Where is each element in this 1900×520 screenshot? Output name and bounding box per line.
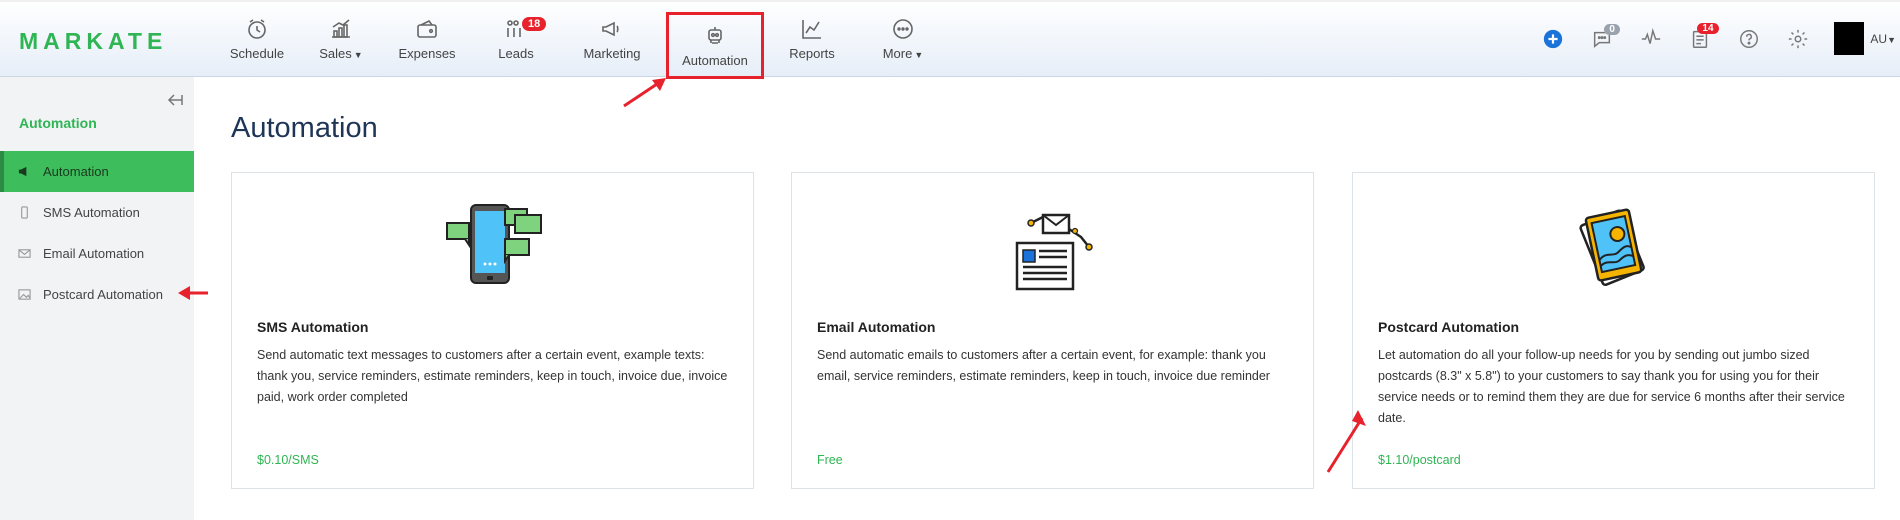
sidebar-item-label: Email Automation — [43, 246, 145, 261]
card-title: SMS Automation — [257, 319, 369, 335]
envelope-icon — [17, 247, 31, 261]
app-window: MARKATE Schedule Sales ▼ Expenses 18 Lea… — [0, 0, 1900, 520]
nav-leads[interactable]: 18 Leads — [466, 0, 566, 77]
nav-reports[interactable]: Reports — [764, 0, 860, 77]
nav-label: More ▼ — [882, 46, 924, 61]
sidebar-list: Automation SMS Automation Email Automati… — [0, 151, 194, 315]
card-description: Send automatic text messages to customer… — [257, 348, 728, 404]
sidebar: Automation Automation SMS Automation Ema… — [0, 77, 194, 520]
card-description: Let automation do all your follow-up nee… — [1378, 348, 1845, 425]
smartphone-chat-icon — [232, 201, 753, 293]
plus-circle-icon — [1543, 29, 1563, 48]
wallet-icon — [414, 16, 440, 42]
sales-chart-icon — [328, 16, 354, 42]
nav-schedule[interactable]: Schedule — [220, 0, 294, 77]
messages-button[interactable]: 0 — [1577, 0, 1626, 77]
chevron-down-icon: ▼ — [353, 50, 363, 60]
sidebar-item-label: Automation — [43, 164, 109, 179]
top-navbar: MARKATE Schedule Sales ▼ Expenses 18 Lea… — [0, 0, 1900, 79]
nav-more[interactable]: More ▼ — [860, 0, 946, 77]
megaphone-icon — [17, 165, 31, 179]
nav-marketing[interactable]: Marketing — [566, 0, 658, 77]
settings-button[interactable] — [1773, 0, 1822, 77]
pulse-icon — [1641, 27, 1661, 44]
leads-badge: 18 — [522, 17, 547, 31]
annotation-arrow-icon — [623, 78, 666, 108]
nav-label: Schedule — [229, 46, 285, 61]
postcard-automation-card[interactable]: Postcard Automation Let automation do al… — [1352, 172, 1875, 489]
nav-sales[interactable]: Sales ▼ — [294, 0, 388, 77]
robot-icon — [702, 23, 728, 49]
nav-automation[interactable]: Automation — [666, 12, 764, 79]
messages-badge: 0 — [1604, 24, 1620, 35]
avatar[interactable] — [1834, 22, 1865, 55]
line-chart-icon — [799, 16, 825, 42]
sidebar-item-label: Postcard Automation — [43, 287, 163, 302]
tasks-badge: 14 — [1697, 23, 1719, 34]
card-price: Free — [817, 453, 843, 467]
card-description: Send automatic emails to customers after… — [817, 348, 1270, 383]
phone-icon — [17, 206, 31, 220]
email-newsletter-icon — [792, 201, 1313, 293]
sidebar-title: Automation — [19, 115, 97, 131]
collapse-sidebar-icon[interactable] — [167, 93, 185, 107]
activity-button[interactable] — [1626, 0, 1675, 77]
card-title: Email Automation — [817, 319, 936, 335]
more-dots-icon — [890, 16, 916, 42]
nav-label: Automation — [682, 53, 748, 68]
user-menu-label[interactable]: AU▼ — [1870, 32, 1896, 46]
header-actions: 0 14 AU▼ — [1528, 0, 1900, 77]
gear-icon — [1788, 29, 1808, 48]
sms-automation-card[interactable]: SMS Automation Send automatic text messa… — [231, 172, 754, 489]
sidebar-item-email-automation[interactable]: Email Automation — [0, 233, 194, 274]
help-button[interactable] — [1724, 0, 1773, 77]
nav-expenses[interactable]: Expenses — [388, 0, 466, 77]
sidebar-item-label: SMS Automation — [43, 205, 140, 220]
add-button[interactable] — [1528, 0, 1577, 77]
nav-label: Marketing — [583, 46, 641, 61]
postcard-stack-icon — [1353, 201, 1874, 293]
card-title: Postcard Automation — [1378, 319, 1520, 335]
sidebar-item-automation[interactable]: Automation — [0, 151, 194, 192]
main-nav: Schedule Sales ▼ Expenses 18 Leads Marke… — [220, 0, 946, 79]
chevron-down-icon: ▼ — [1887, 34, 1896, 45]
chevron-down-icon: ▼ — [914, 50, 924, 60]
nav-label: Reports — [789, 46, 835, 61]
page-title: Automation — [231, 112, 378, 144]
nav-label: Leads — [498, 46, 534, 61]
clock-icon — [244, 16, 270, 42]
image-icon — [17, 288, 31, 302]
nav-label: Expenses — [398, 46, 456, 61]
tasks-button[interactable]: 14 — [1675, 0, 1724, 77]
card-price: $1.10/postcard — [1378, 453, 1461, 467]
megaphone-icon — [599, 16, 625, 42]
nav-label: Sales ▼ — [319, 46, 363, 61]
sidebar-item-postcard-automation[interactable]: Postcard Automation — [0, 274, 194, 315]
email-automation-card[interactable]: Email Automation Send automatic emails t… — [791, 172, 1314, 489]
brand-logo[interactable]: MARKATE — [19, 28, 167, 55]
sidebar-item-sms-automation[interactable]: SMS Automation — [0, 192, 194, 233]
help-icon — [1739, 29, 1758, 48]
card-price: $0.10/SMS — [257, 453, 319, 467]
